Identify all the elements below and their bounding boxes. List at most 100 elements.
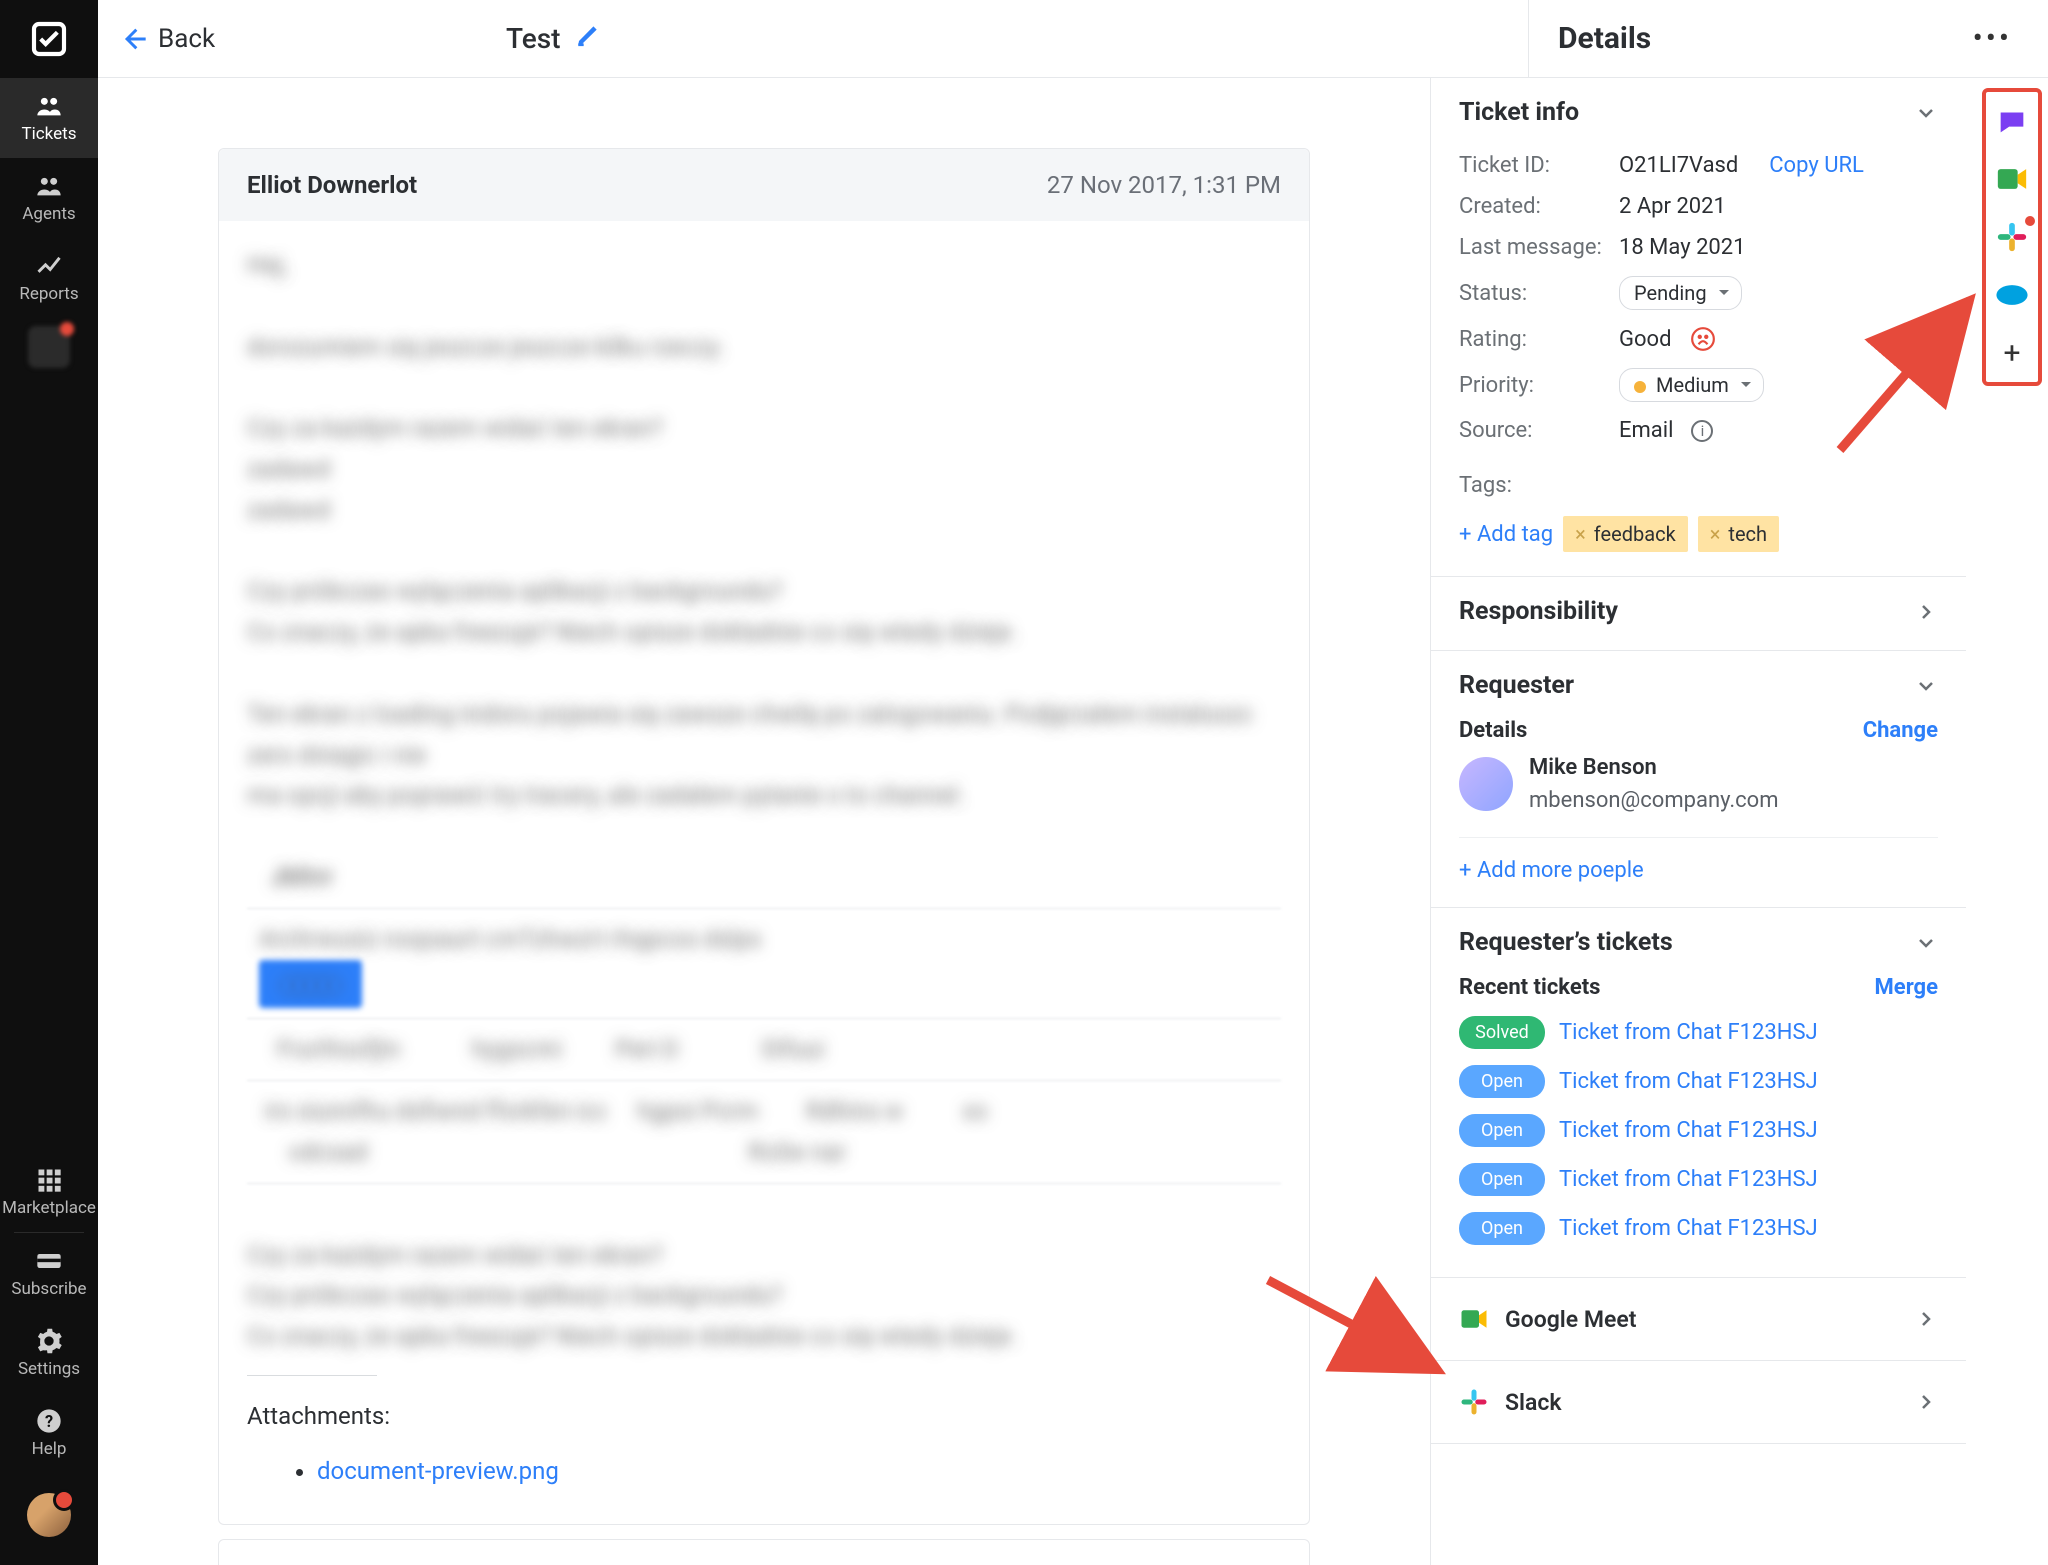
nav-help[interactable]: ? Help bbox=[0, 1393, 98, 1473]
recent-tickets-label: Recent tickets bbox=[1459, 975, 1600, 1000]
requester-change-link[interactable]: Change bbox=[1863, 718, 1938, 743]
strip-salesforce-icon[interactable] bbox=[1995, 278, 2029, 312]
integration-slack[interactable]: Slack bbox=[1431, 1361, 1966, 1444]
nav-subscribe[interactable]: Subscribe bbox=[0, 1233, 98, 1313]
attachment-item: document-preview.png bbox=[317, 1451, 1281, 1492]
add-more-people-link[interactable]: + Add more poeple bbox=[1459, 858, 1644, 883]
nav-tickets[interactable]: Tickets bbox=[0, 78, 98, 158]
chevron-right-icon bbox=[1914, 1307, 1938, 1331]
message-timestamp: 27 Nov 2017, 1:31 PM bbox=[1047, 171, 1281, 199]
nav-marketplace-label: Marketplace bbox=[2, 1198, 96, 1218]
ticket-info-section: Ticket info Ticket ID: O21LI7Vasd Copy UR… bbox=[1431, 78, 1966, 577]
requester-tickets-heading: Requester’s tickets bbox=[1459, 928, 1673, 957]
message-card: Elliot Downerlot 27 Nov 2017, 1:31 PM He… bbox=[218, 148, 1310, 1525]
nav-subscribe-label: Subscribe bbox=[11, 1279, 86, 1299]
svg-text:?: ? bbox=[45, 1412, 53, 1431]
collapse-requester[interactable] bbox=[1914, 674, 1938, 698]
remove-tag-icon[interactable]: × bbox=[1575, 522, 1586, 546]
app-logo[interactable] bbox=[0, 0, 98, 78]
ticket-info-heading: Ticket info bbox=[1459, 98, 1579, 127]
requester-details-label: Details bbox=[1459, 718, 1527, 743]
integration-google-meet[interactable]: Google Meet bbox=[1431, 1278, 1966, 1361]
status-badge: Open bbox=[1459, 1065, 1545, 1098]
responsibility-section[interactable]: Responsibility bbox=[1431, 577, 1966, 651]
nav-agents-label: Agents bbox=[22, 204, 75, 224]
ticket-link[interactable]: Ticket from Chat F123HSJ bbox=[1559, 1167, 1818, 1192]
ticket-link[interactable]: Ticket from Chat F123HSJ bbox=[1559, 1216, 1818, 1241]
left-nav-rail: Tickets Agents Reports Marketplace Subsc… bbox=[0, 0, 98, 1565]
copy-url-link[interactable]: Copy URL bbox=[1769, 153, 1864, 178]
top-bar: Back Test Details ••• bbox=[98, 0, 2048, 78]
details-panel: Ticket info Ticket ID: O21LI7Vasd Copy UR… bbox=[1430, 78, 1966, 1565]
google-meet-icon bbox=[1459, 1304, 1489, 1334]
reply-input[interactable] bbox=[219, 1540, 1309, 1565]
expand-responsibility[interactable] bbox=[1914, 600, 1938, 624]
pencil-icon bbox=[575, 22, 601, 48]
rating-value: Good bbox=[1619, 327, 1672, 352]
responsibility-heading: Responsibility bbox=[1459, 597, 1618, 626]
priority-pill[interactable]: Medium bbox=[1619, 368, 1764, 402]
status-badge: Open bbox=[1459, 1114, 1545, 1147]
ticket-row: Solved Ticket from Chat F123HSJ bbox=[1459, 1008, 1938, 1057]
tags-label: Tags: bbox=[1459, 473, 1609, 498]
status-badge: Solved bbox=[1459, 1016, 1545, 1049]
source-value: Email bbox=[1619, 418, 1673, 443]
integrations-strip: + bbox=[1982, 88, 2042, 386]
nav-user-avatar[interactable] bbox=[0, 1473, 98, 1565]
nav-settings-label: Settings bbox=[18, 1359, 80, 1379]
ticket-row: Open Ticket from Chat F123HSJ bbox=[1459, 1106, 1938, 1155]
source-label: Source: bbox=[1459, 418, 1609, 443]
strip-slack-icon[interactable] bbox=[1995, 220, 2029, 254]
details-heading: Details bbox=[1558, 21, 1651, 56]
tag-tech[interactable]: ×tech bbox=[1698, 516, 1779, 552]
status-label: Status: bbox=[1459, 281, 1609, 306]
back-button[interactable]: Back bbox=[98, 24, 215, 54]
chevron-right-icon bbox=[1914, 1390, 1938, 1414]
ticket-row: Open Ticket from Chat F123HSJ bbox=[1459, 1204, 1938, 1253]
info-icon[interactable]: i bbox=[1691, 420, 1713, 442]
message-author: Elliot Downerlot bbox=[247, 171, 417, 199]
message-body-redacted: Hej, dorozumiem się jeszcze jeszcze kilk… bbox=[247, 245, 1281, 1357]
nav-reports[interactable]: Reports bbox=[0, 238, 98, 318]
merge-link[interactable]: Merge bbox=[1875, 975, 1938, 1000]
priority-label: Priority: bbox=[1459, 373, 1609, 398]
status-badge: Open bbox=[1459, 1163, 1545, 1196]
remove-tag-icon[interactable]: × bbox=[1710, 522, 1721, 546]
nav-agents[interactable]: Agents bbox=[0, 158, 98, 238]
status-pill[interactable]: Pending bbox=[1619, 276, 1742, 310]
ticket-link[interactable]: Ticket from Chat F123HSJ bbox=[1559, 1118, 1818, 1143]
collapse-ticket-info[interactable] bbox=[1914, 101, 1938, 125]
requester-section: Requester Details Change Mike Benson mbe… bbox=[1431, 651, 1966, 908]
nav-marketplace[interactable]: Marketplace bbox=[0, 1152, 98, 1232]
strip-helpdesk-icon[interactable] bbox=[1995, 104, 2029, 138]
frown-icon bbox=[1690, 326, 1716, 352]
ticket-link[interactable]: Ticket from Chat F123HSJ bbox=[1559, 1020, 1818, 1045]
nav-app-shortcut[interactable] bbox=[28, 326, 70, 368]
ticket-id-label: Ticket ID: bbox=[1459, 153, 1609, 178]
details-more-button[interactable]: ••• bbox=[1973, 21, 2012, 56]
tag-feedback[interactable]: ×feedback bbox=[1563, 516, 1688, 552]
created-label: Created: bbox=[1459, 194, 1609, 219]
attachment-link[interactable]: document-preview.png bbox=[317, 1457, 559, 1485]
ticket-row: Open Ticket from Chat F123HSJ bbox=[1459, 1057, 1938, 1106]
ticket-link[interactable]: Ticket from Chat F123HSJ bbox=[1559, 1069, 1818, 1094]
nav-reports-label: Reports bbox=[19, 284, 78, 304]
last-message-value: 18 May 2021 bbox=[1619, 235, 1746, 260]
rating-label: Rating: bbox=[1459, 327, 1609, 352]
last-message-label: Last message: bbox=[1459, 235, 1609, 260]
conversation-pane: Elliot Downerlot 27 Nov 2017, 1:31 PM He… bbox=[98, 78, 1430, 1565]
strip-google-meet-icon[interactable] bbox=[1995, 162, 2029, 196]
strip-add-button[interactable]: + bbox=[1995, 336, 2029, 370]
arrow-left-icon bbox=[120, 25, 148, 53]
ticket-id-value: O21LI7Vasd bbox=[1619, 153, 1738, 178]
ticket-row: Open Ticket from Chat F123HSJ bbox=[1459, 1155, 1938, 1204]
collapse-requester-tickets[interactable] bbox=[1914, 931, 1938, 955]
requester-avatar bbox=[1459, 757, 1513, 811]
add-tag-button[interactable]: + Add tag bbox=[1459, 522, 1553, 547]
back-label: Back bbox=[158, 24, 215, 54]
requester-email: mbenson@company.com bbox=[1529, 784, 1779, 817]
reply-composer: B I U S <> Private # A @ Ticket status bbox=[218, 1539, 1310, 1565]
status-badge: Open bbox=[1459, 1212, 1545, 1245]
edit-title-button[interactable] bbox=[575, 22, 601, 55]
nav-settings[interactable]: Settings bbox=[0, 1313, 98, 1393]
